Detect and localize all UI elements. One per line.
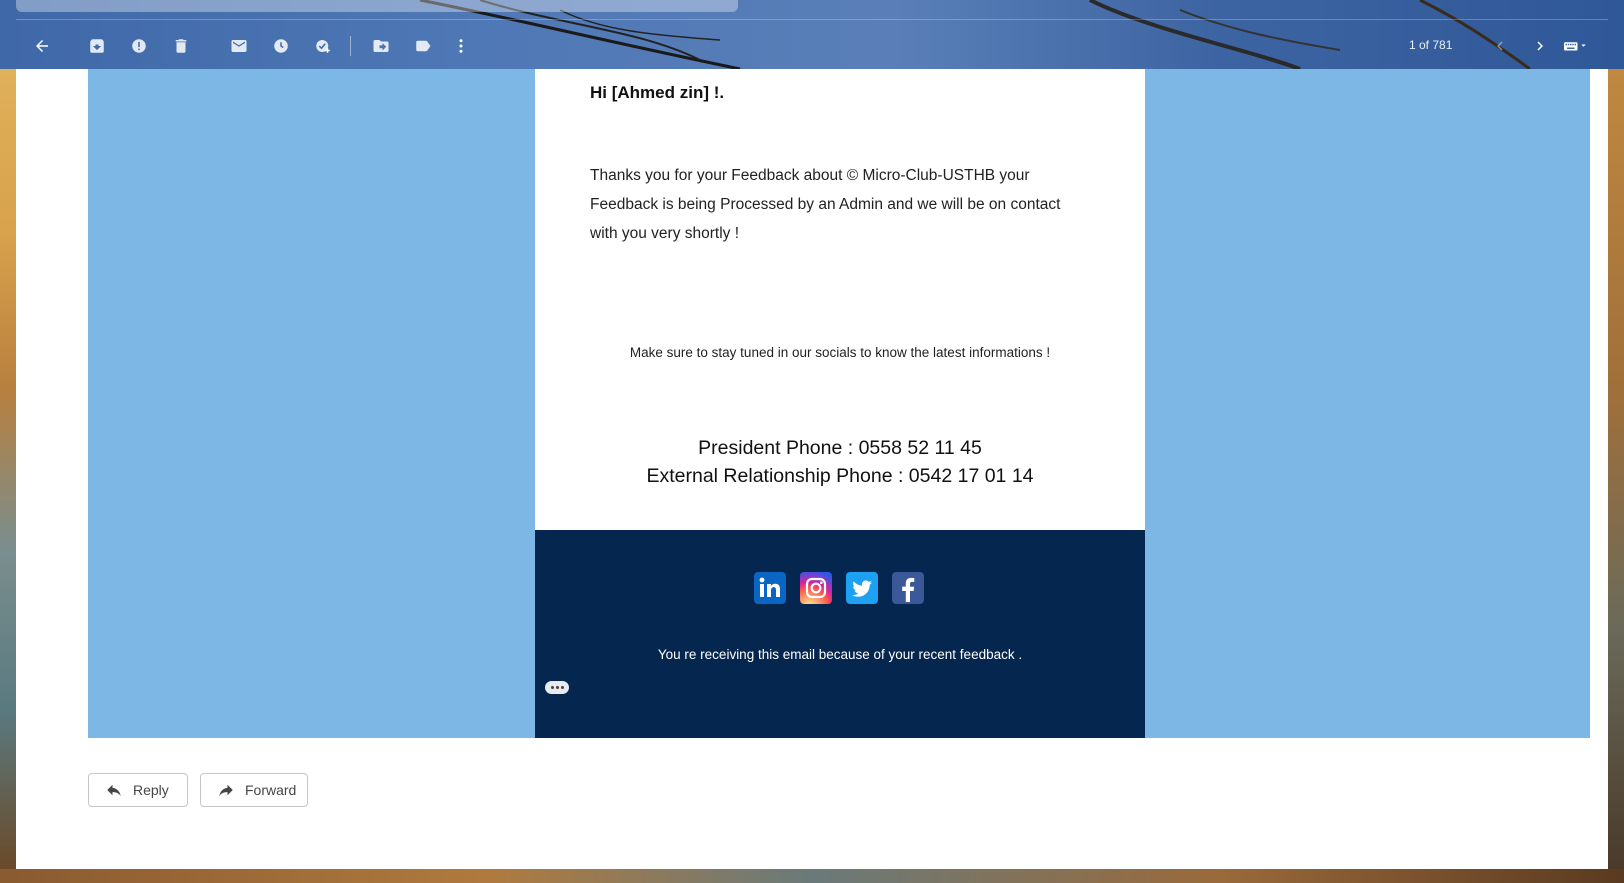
forward-icon bbox=[219, 784, 233, 796]
chevron-right-icon[interactable] bbox=[1526, 32, 1554, 60]
snooze-icon[interactable] bbox=[267, 32, 295, 60]
keyboard-icon[interactable] bbox=[1554, 32, 1598, 60]
show-trimmed-content-button[interactable] bbox=[545, 681, 569, 694]
greeting: Hi [Ahmed zin] !. bbox=[590, 83, 725, 102]
chevron-left-icon[interactable] bbox=[1486, 32, 1514, 60]
toolbar-divider bbox=[16, 19, 1608, 20]
search-bar[interactable] bbox=[16, 0, 738, 12]
footer-note: You re receiving this email because of y… bbox=[657, 647, 1023, 662]
president-phone: President Phone : 0558 52 11 45 bbox=[698, 437, 982, 459]
email-view: Hi [Ahmed zin] !. Thanks you for your Fe… bbox=[16, 69, 1608, 869]
wallpaper-bottom bbox=[0, 869, 1624, 883]
linkedin-icon[interactable] bbox=[754, 572, 786, 604]
add-to-tasks-icon[interactable] bbox=[309, 32, 337, 60]
archive-icon[interactable] bbox=[83, 32, 111, 60]
wallpaper-left-edge bbox=[0, 69, 16, 869]
delete-icon[interactable] bbox=[167, 32, 195, 60]
more-vert-icon[interactable] bbox=[447, 32, 475, 60]
email-body-text: Thanks you for your Feedback about © Mic… bbox=[590, 167, 1061, 242]
report-spam-icon[interactable] bbox=[125, 32, 153, 60]
page-count: 1 of 781 bbox=[1409, 38, 1453, 52]
toolbar-separator bbox=[350, 36, 351, 56]
forward-label: Forward bbox=[245, 782, 297, 798]
dot-icon bbox=[550, 686, 554, 689]
email-content-card: Hi [Ahmed zin] !. Thanks you for your Fe… bbox=[535, 69, 1145, 530]
back-arrow-icon[interactable] bbox=[28, 32, 56, 60]
dot-icon bbox=[555, 686, 559, 689]
contact-phones: President Phone : 0558 52 11 45 External… bbox=[535, 434, 1145, 490]
forward-button[interactable]: Forward bbox=[200, 773, 308, 807]
email-footer: You re receiving this email because of y… bbox=[535, 530, 1145, 738]
instagram-icon[interactable] bbox=[800, 572, 832, 604]
reply-icon bbox=[107, 784, 121, 796]
label-icon[interactable] bbox=[409, 32, 437, 60]
twitter-icon[interactable] bbox=[846, 572, 878, 604]
dot-icon bbox=[560, 686, 564, 689]
move-to-icon[interactable] bbox=[367, 32, 395, 60]
reply-button[interactable]: Reply bbox=[88, 773, 188, 807]
social-links bbox=[754, 572, 924, 604]
facebook-icon[interactable] bbox=[892, 572, 924, 604]
stay-tuned-text: Make sure to stay tuned in our socials t… bbox=[629, 345, 1051, 360]
external-relationship-phone: External Relationship Phone : 0542 17 01… bbox=[646, 465, 1034, 487]
reply-label: Reply bbox=[133, 782, 169, 798]
mark-unread-icon[interactable] bbox=[225, 32, 253, 60]
wallpaper-right-edge bbox=[1608, 69, 1624, 869]
email-toolbar: 1 of 781 bbox=[16, 26, 1608, 66]
